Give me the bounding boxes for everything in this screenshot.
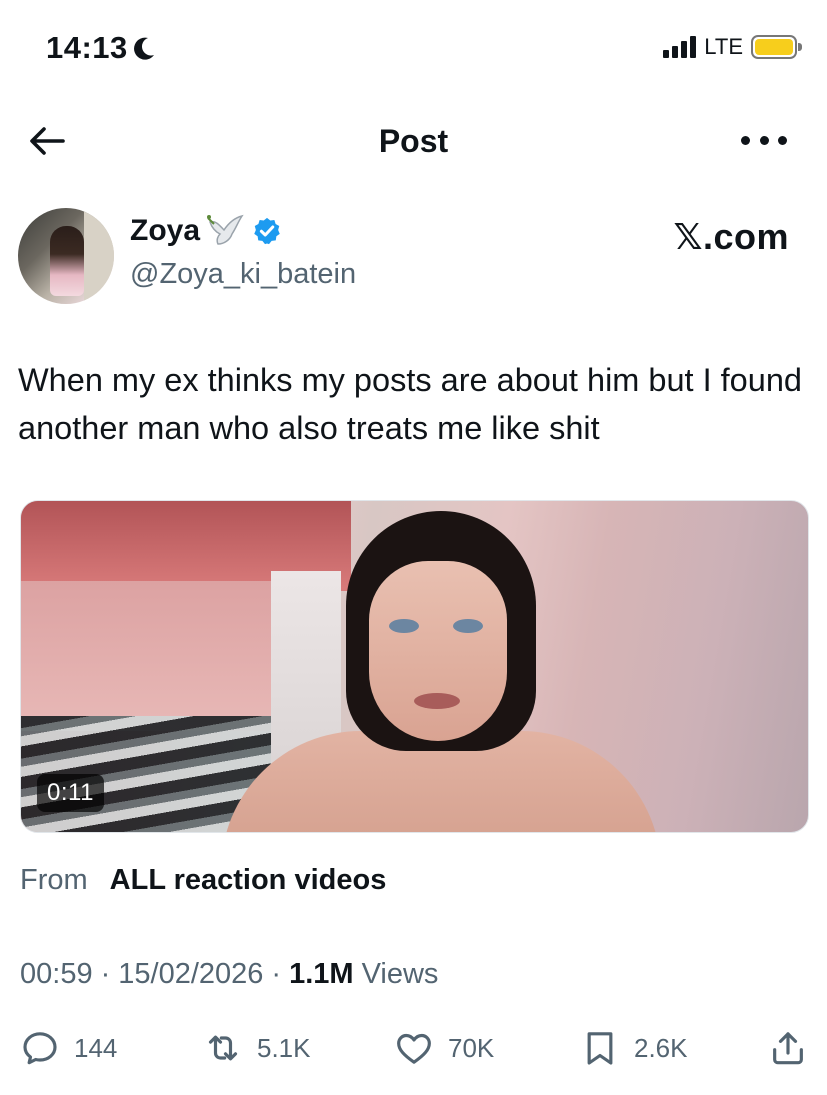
signal-icon — [663, 36, 697, 58]
post-header: Post — [0, 108, 827, 172]
status-indicators: LTE — [663, 34, 802, 60]
avatar-background — [84, 208, 114, 304]
author-name-row[interactable]: Zoya — [130, 214, 282, 248]
tweet-text: When my ex thinks my posts are about him… — [18, 362, 802, 446]
status-time-text: 14:13 — [46, 30, 128, 65]
video-scene — [21, 581, 271, 731]
avatar[interactable] — [18, 208, 114, 304]
brand-watermark: 𝕏.com — [673, 216, 789, 257]
battery-fill — [755, 39, 793, 55]
author-name[interactable]: Zoya — [130, 214, 200, 248]
from-label: From — [20, 864, 88, 896]
bookmark-icon — [587, 1032, 613, 1065]
video-duration-badge: 0:11 — [37, 774, 104, 812]
like-count: 70K — [448, 1032, 495, 1063]
reply-count: 144 — [74, 1032, 118, 1063]
status-bar: 14:13 LTE — [0, 0, 827, 100]
share-icon — [773, 1032, 803, 1065]
video-person — [369, 561, 507, 741]
heart-icon — [397, 1033, 431, 1064]
verified-badge-icon — [254, 217, 280, 245]
repost-count: 5.1K — [257, 1032, 311, 1063]
repost-button[interactable]: 5.1K — [203, 1024, 311, 1072]
author-handle[interactable]: @Zoya_ki_batein — [130, 258, 356, 291]
more-options-button[interactable] — [741, 130, 787, 150]
source-link[interactable]: ALL reaction videos — [110, 864, 387, 897]
action-bar: 144 5.1K 70K 2.6K — [20, 1024, 810, 1072]
video-person — [389, 619, 419, 633]
video-person — [414, 693, 460, 709]
like-button[interactable]: 70K — [394, 1024, 494, 1072]
reply-icon — [23, 1032, 57, 1065]
more-dot-icon — [778, 135, 787, 145]
reply-button[interactable]: 144 — [20, 1024, 117, 1072]
meta-separator: · — [100, 958, 111, 990]
page-title: Post — [378, 123, 449, 159]
bookmark-button[interactable]: 2.6K — [580, 1024, 688, 1072]
views-label: Views — [361, 958, 439, 990]
meta-separator: · — [271, 958, 282, 990]
moon-icon — [133, 37, 154, 60]
more-dot-icon — [759, 135, 769, 145]
video-player[interactable]: 0:11 — [20, 500, 809, 833]
network-label: LTE — [704, 34, 743, 59]
status-time: 14:13 — [46, 30, 156, 66]
repost-icon — [208, 1035, 238, 1061]
post-time[interactable]: 00:59 — [20, 958, 93, 991]
bookmark-count: 2.6K — [634, 1032, 688, 1063]
post-date[interactable]: 15/02/2026 — [118, 958, 263, 991]
avatar-figure — [50, 226, 84, 296]
views-count: 1.1M — [289, 958, 354, 990]
battery-icon — [751, 35, 802, 59]
post-meta: 00:59 · 15/02/2026 · 1.1M Views — [20, 958, 438, 991]
video-source-row: From ALL reaction videos — [20, 864, 386, 897]
dove-icon — [207, 214, 244, 245]
more-dot-icon — [741, 135, 750, 145]
share-button[interactable] — [768, 1024, 808, 1072]
video-person — [453, 619, 483, 633]
